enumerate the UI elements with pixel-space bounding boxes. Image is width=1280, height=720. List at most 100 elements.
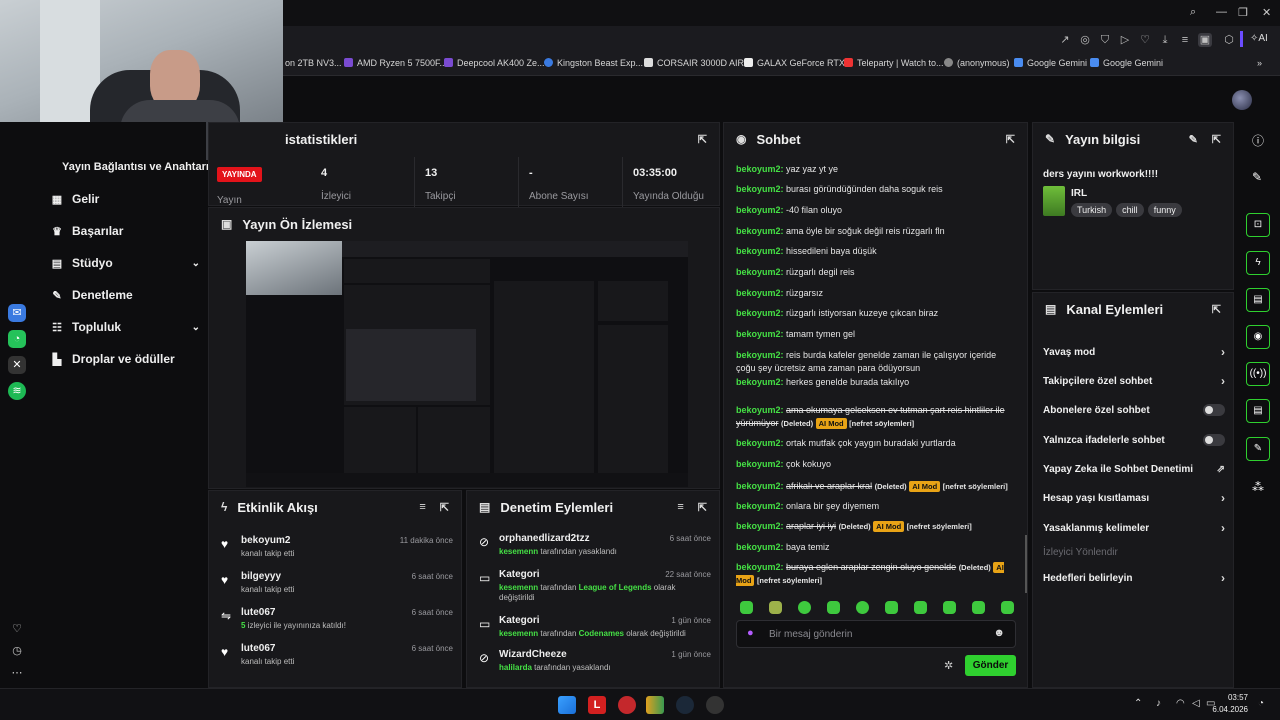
bookmark-item[interactable]: (anonymous): [944, 58, 1010, 68]
chat-username[interactable]: bekoyum2:: [736, 459, 784, 469]
heart-icon[interactable]: ♡: [1138, 33, 1152, 47]
chat-username[interactable]: bekoyum2:: [736, 562, 784, 572]
bookmark-item[interactable]: Google Gemini: [1090, 58, 1163, 68]
popout-icon[interactable]: ⇱: [1006, 133, 1015, 146]
modaction-actor[interactable]: kesemenn: [499, 583, 538, 592]
bookmark-item[interactable]: CORSAIR 3000D AIR...: [644, 58, 752, 68]
broadcast-icon[interactable]: ((•)): [1246, 362, 1270, 386]
chat-username[interactable]: bekoyum2:: [736, 246, 784, 256]
chat-username[interactable]: bekoyum2:: [736, 288, 784, 298]
bookmark-item[interactable]: Google Gemini: [1014, 58, 1087, 68]
chat-username[interactable]: bekoyum2:: [736, 501, 784, 511]
play-icon[interactable]: ▷: [1118, 33, 1132, 47]
clipboard-icon[interactable]: ▤: [1246, 399, 1270, 423]
clock-date[interactable]: 6.04.2026: [1206, 705, 1248, 714]
modaction-actor[interactable]: kesemenn: [499, 547, 538, 556]
subscribers-only-toggle[interactable]: [1203, 404, 1225, 416]
emote-icon[interactable]: [914, 601, 927, 614]
sidebar-item-basarilar[interactable]: ♛ Başarılar: [50, 221, 200, 241]
steam-icon[interactable]: [676, 696, 694, 714]
bookmark-item[interactable]: GALAX GeForce RTX...: [744, 58, 852, 68]
tag[interactable]: Turkish: [1071, 203, 1113, 217]
sidebar-section-title[interactable]: Yayın Bağlantısı ve Anahtarı: [62, 161, 209, 173]
volume-icon[interactable]: ◁: [1192, 698, 1200, 709]
info-icon[interactable]: ⓘ: [1252, 132, 1264, 149]
modaction-target[interactable]: orphanedlizard2tzz: [499, 533, 590, 544]
messenger-icon[interactable]: ✉: [8, 304, 26, 322]
emoji-icon[interactable]: ☻: [993, 627, 1005, 639]
chat-username[interactable]: bekoyum2:: [736, 205, 784, 215]
popout-icon[interactable]: ⇱: [1212, 303, 1221, 316]
sidebar-item-denetleme[interactable]: ✎ Denetleme: [50, 285, 200, 305]
document-icon[interactable]: ▤: [1246, 288, 1270, 312]
chat-username[interactable]: bekoyum2:: [736, 350, 784, 360]
chat-username[interactable]: bekoyum2:: [736, 267, 784, 277]
chat-icon[interactable]: ◉: [1246, 325, 1270, 349]
heart-icon[interactable]: ♡: [8, 620, 26, 638]
history-icon[interactable]: ◷: [8, 642, 26, 660]
category-thumbnail[interactable]: [1043, 186, 1065, 216]
windows-start-icon[interactable]: [558, 696, 576, 714]
chat-username[interactable]: bekoyum2:: [736, 405, 784, 415]
filter-icon[interactable]: ≡: [677, 501, 683, 513]
spotify-icon[interactable]: ≋: [8, 382, 26, 400]
activity-user[interactable]: lute067: [241, 607, 275, 618]
share-icon[interactable]: ↗: [1058, 33, 1072, 47]
browser-icon[interactable]: [618, 696, 636, 714]
chat-username[interactable]: bekoyum2:: [736, 521, 784, 531]
bookmark-item[interactable]: Teleparty | Watch to...: [844, 58, 944, 68]
sidebar-item-droplar[interactable]: ▙ Droplar ve ödüller: [50, 349, 200, 369]
emote-icon[interactable]: [827, 601, 840, 614]
action-ai-moderation[interactable]: Yapay Zeka ile Sohbet Denetimi ⇗: [1043, 460, 1225, 478]
restore-icon[interactable]: ❐: [1238, 6, 1248, 19]
bookmark-item[interactable]: Deepcool AK400 Ze...: [444, 58, 545, 68]
category-name[interactable]: Codenames: [579, 629, 624, 638]
wifi-icon[interactable]: ◠: [1176, 698, 1185, 709]
download-icon[interactable]: ⤓: [1158, 33, 1172, 47]
sidebar-item-gelir[interactable]: ▦ Gelir: [50, 189, 200, 209]
chat-username[interactable]: bekoyum2:: [736, 164, 784, 174]
tag[interactable]: funny: [1147, 203, 1182, 217]
popout-icon[interactable]: ⇱: [698, 501, 707, 514]
app-icon[interactable]: [646, 696, 664, 714]
action-followers-only[interactable]: Takipçilere özel sohbet ›: [1043, 372, 1225, 390]
screenshot-icon[interactable]: ⊡: [1246, 213, 1270, 237]
popout-icon[interactable]: ⇱: [698, 133, 707, 146]
edit-icon[interactable]: ✎: [1189, 133, 1198, 146]
emote-icon[interactable]: [943, 601, 956, 614]
chat-username[interactable]: bekoyum2:: [736, 184, 784, 194]
profile-icon[interactable]: ▣: [1198, 33, 1212, 47]
avatar[interactable]: [1232, 90, 1252, 110]
sidebar-item-topluluk[interactable]: ☷ Topluluk ⌄: [50, 317, 200, 337]
more-bookmarks-icon[interactable]: »: [1257, 58, 1262, 68]
chat-username[interactable]: bekoyum2:: [736, 308, 784, 318]
emote-icon[interactable]: [740, 601, 753, 614]
chat-username[interactable]: bekoyum2:: [736, 377, 784, 387]
activity-user[interactable]: lute067: [241, 643, 275, 654]
action-slow-mode[interactable]: Yavaş mod ›: [1043, 343, 1225, 361]
shield-icon[interactable]: ⛉: [1098, 33, 1112, 47]
minimize-icon[interactable]: —: [1216, 6, 1227, 18]
action-goals[interactable]: Hedefleri belirleyin ›: [1043, 569, 1225, 587]
bookmark-item[interactable]: Kingston Beast Exp...: [544, 58, 643, 68]
notification-icon[interactable]: ◔: [1258, 698, 1264, 709]
chat-username[interactable]: bekoyum2:: [736, 329, 784, 339]
lightning-icon[interactable]: ϟ: [1246, 251, 1270, 275]
wrench-icon[interactable]: ✎: [1246, 437, 1270, 461]
emote-icon[interactable]: [798, 601, 811, 614]
camera-icon[interactable]: ◎: [1078, 33, 1092, 47]
bookmark-item[interactable]: AMD Ryzen 5 7500F...: [344, 58, 447, 68]
tray-chevron-icon[interactable]: ⌃: [1134, 698, 1142, 709]
chat-username[interactable]: bekoyum2:: [736, 438, 784, 448]
close-icon[interactable]: ✕: [1262, 6, 1271, 19]
chat-username[interactable]: bekoyum2:: [736, 226, 784, 236]
obs-icon[interactable]: [706, 696, 724, 714]
action-banned-words[interactable]: Yasaklanmış kelimeler ›: [1043, 519, 1225, 537]
clock-time[interactable]: 03:57: [1220, 693, 1248, 702]
bookmark-item[interactable]: on 2TB NV3...: [285, 58, 342, 68]
mic-icon[interactable]: ♪: [1156, 698, 1161, 709]
tag[interactable]: chill: [1116, 203, 1144, 217]
chat-username[interactable]: bekoyum2:: [736, 481, 784, 491]
emote-icon[interactable]: [1001, 601, 1014, 614]
modaction-actor[interactable]: kesemenn: [499, 629, 538, 638]
